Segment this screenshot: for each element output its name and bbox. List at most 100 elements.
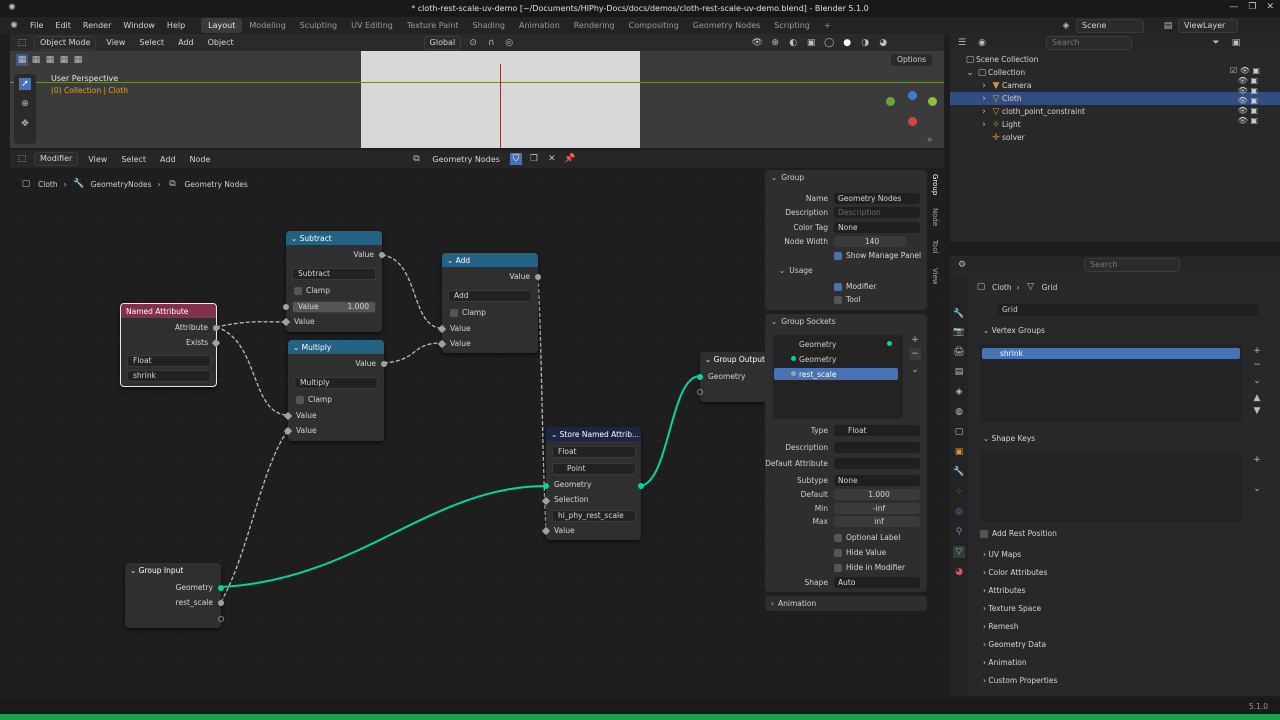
collapse-icon[interactable]: ⌄ — [447, 256, 456, 265]
outliner-row[interactable]: › ▽ cloth_point_constraint — [950, 105, 1272, 118]
zoom-icon[interactable]: ⌕ — [924, 134, 936, 146]
viewport-select-menu[interactable]: Select — [135, 36, 168, 49]
viewport-object-menu[interactable]: Object — [204, 36, 238, 49]
menu-file[interactable]: File — [24, 17, 49, 34]
node-width-field[interactable]: 140 — [834, 236, 906, 247]
collapse-icon[interactable]: ⌄ — [293, 343, 302, 352]
proportional-icon[interactable]: ◎ — [503, 37, 515, 49]
max-field[interactable]: inf — [834, 516, 920, 527]
outliner-row[interactable]: ✛ solver — [950, 131, 1272, 144]
default-field[interactable]: 1.000 — [834, 489, 920, 500]
socket-description-field[interactable] — [834, 442, 920, 453]
select-box-icon[interactable]: ▦ — [16, 54, 28, 66]
collapse-icon[interactable]: ⌄ — [705, 355, 714, 364]
node-header[interactable]: Named Attribute — [121, 304, 216, 318]
add-shape-key-icon[interactable]: + — [1251, 454, 1263, 466]
optional-label-checkbox[interactable]: Optional Label — [834, 533, 900, 542]
eye-icon[interactable]: 👁 ▣ — [1230, 106, 1260, 115]
collapse-icon[interactable]: ⌄ — [291, 234, 300, 243]
display-mode-icon[interactable]: ◉ — [976, 37, 988, 49]
hide-in-modifier-checkbox[interactable]: Hide in Modifier — [834, 563, 905, 572]
group-panel-header[interactable]: ⌄ Group — [771, 173, 804, 182]
shape-dropdown[interactable]: Auto — [834, 577, 920, 588]
data-type-dropdown[interactable]: Float — [127, 355, 211, 367]
geometry-data-section[interactable]: › Geometry Data — [975, 636, 1273, 653]
material-tab-icon[interactable]: ◕ — [953, 566, 965, 578]
output-socket[interactable] — [638, 483, 644, 489]
collapse-icon[interactable]: ⌄ — [551, 430, 560, 439]
node-header[interactable]: ⌄ Subtract — [286, 231, 382, 245]
node-header[interactable]: ⌄ Multiply — [288, 340, 384, 354]
data-tab-icon[interactable]: ▽ — [953, 546, 965, 558]
node-header[interactable]: ⌄ Add — [442, 253, 538, 267]
vertex-group-item[interactable]: shrink — [982, 348, 1240, 359]
expand-icon[interactable]: ⌄ — [964, 67, 976, 79]
named-attribute-node[interactable]: Named Attribute Attribute Exists Float s… — [120, 303, 221, 387]
render-tab-icon[interactable]: 📷 — [953, 326, 965, 338]
output-socket[interactable] — [381, 361, 387, 367]
outliner-editor-icon[interactable]: ☰ — [956, 37, 968, 49]
color-attributes-section[interactable]: › Color Attributes — [975, 564, 1273, 581]
select-tool-icon[interactable]: ➚ — [19, 78, 31, 90]
tab-scripting[interactable]: Scripting — [767, 18, 817, 33]
output-socket[interactable] — [535, 274, 541, 280]
viewport-view-menu[interactable]: View — [102, 36, 129, 49]
add-vertex-group-icon[interactable]: + — [1251, 345, 1263, 357]
input-socket[interactable] — [697, 389, 703, 395]
world-tab-icon[interactable]: ◍ — [953, 406, 965, 418]
multiply-node[interactable]: ⌄ Multiply Value Multiply Clamp Value Va… — [283, 340, 387, 441]
cursor-tool-icon[interactable]: ⊕ — [19, 98, 31, 110]
move-down-icon[interactable]: ▼ — [1251, 405, 1263, 417]
move-tool-icon[interactable]: ✥ — [19, 118, 31, 130]
eye-icon[interactable]: 👁 ▣ — [1230, 86, 1260, 95]
output-socket[interactable] — [218, 600, 224, 606]
outliner-row[interactable]: ▢ Scene Collection — [950, 53, 1272, 66]
editor-type-icon[interactable]: ⬚ — [16, 37, 28, 49]
shape-key-menu-icon[interactable]: ⌄ — [1251, 483, 1263, 495]
tab-layout[interactable]: Layout — [201, 18, 243, 33]
default-attribute-field[interactable] — [834, 458, 920, 469]
subtract-node[interactable]: ⌄ Subtract Value Subtract Clamp Value 1.0… — [281, 231, 385, 332]
object-tab-icon[interactable]: ▣ — [953, 446, 965, 458]
expand-icon[interactable]: › — [978, 119, 990, 131]
node-header[interactable]: ⌄ Group Output — [700, 352, 768, 366]
expand-icon[interactable]: › — [978, 106, 990, 118]
tab-group[interactable]: Group — [931, 174, 939, 195]
menu-window[interactable]: Window — [117, 17, 161, 34]
collapse-icon[interactable]: ⌄ — [130, 566, 139, 575]
outliner-row[interactable]: › ✧ Light — [950, 118, 1272, 131]
constraints-tab-icon[interactable]: ⚲ — [953, 526, 965, 538]
usage-header[interactable]: ⌄ Usage — [779, 266, 813, 275]
tool-tab-icon[interactable]: 🔧 — [953, 308, 965, 320]
group-output-node[interactable]: ⌄ Group Output Geometry — [697, 352, 768, 402]
output-socket[interactable] — [218, 616, 224, 622]
properties-editor-icon[interactable]: ⚙ — [956, 259, 968, 271]
xray-icon[interactable]: ▣ — [805, 37, 817, 49]
uv-maps-section[interactable]: › UV Maps — [975, 546, 1273, 563]
clamp-checkbox[interactable]: Clamp — [296, 395, 332, 404]
menu-render[interactable]: Render — [77, 17, 117, 34]
operation-dropdown[interactable]: Add — [448, 290, 532, 302]
tab-node[interactable]: Node — [931, 208, 939, 226]
eye-icon[interactable]: ☑ 👁 ▣ — [1230, 66, 1260, 75]
value-field[interactable]: Value 1.000 — [292, 301, 376, 313]
min-field[interactable]: -inf — [834, 503, 920, 514]
gizmo-y-icon[interactable] — [886, 97, 895, 106]
animation-section[interactable]: › Animation — [975, 654, 1273, 671]
shape-keys-header[interactable]: ⌄ Shape Keys — [975, 430, 1273, 447]
socket-menu-icon[interactable]: ⌄ — [909, 364, 921, 376]
animation-panel[interactable]: › Animation — [765, 596, 927, 611]
clamp-checkbox[interactable]: Clamp — [294, 286, 330, 295]
gizmo-x-icon[interactable] — [908, 117, 917, 126]
tab-sculpting[interactable]: Sculpting — [293, 18, 344, 33]
select-subtract-icon[interactable]: ▦ — [44, 54, 56, 66]
navigation-gizmo[interactable] — [886, 89, 937, 129]
filter-icon[interactable]: ⏷ — [1210, 37, 1222, 49]
eye-icon[interactable]: 👁 ▣ — [1230, 96, 1260, 105]
remove-vertex-group-icon[interactable]: − — [1251, 359, 1263, 371]
minimize-icon[interactable]: — — [1229, 2, 1238, 12]
blender-menu-icon[interactable]: ✺ — [8, 20, 20, 32]
tab-uv-editing[interactable]: UV Editing — [344, 18, 400, 33]
vertex-group-menu-icon[interactable]: ⌄ — [1251, 375, 1263, 387]
color-tag-dropdown[interactable]: None — [834, 222, 920, 233]
